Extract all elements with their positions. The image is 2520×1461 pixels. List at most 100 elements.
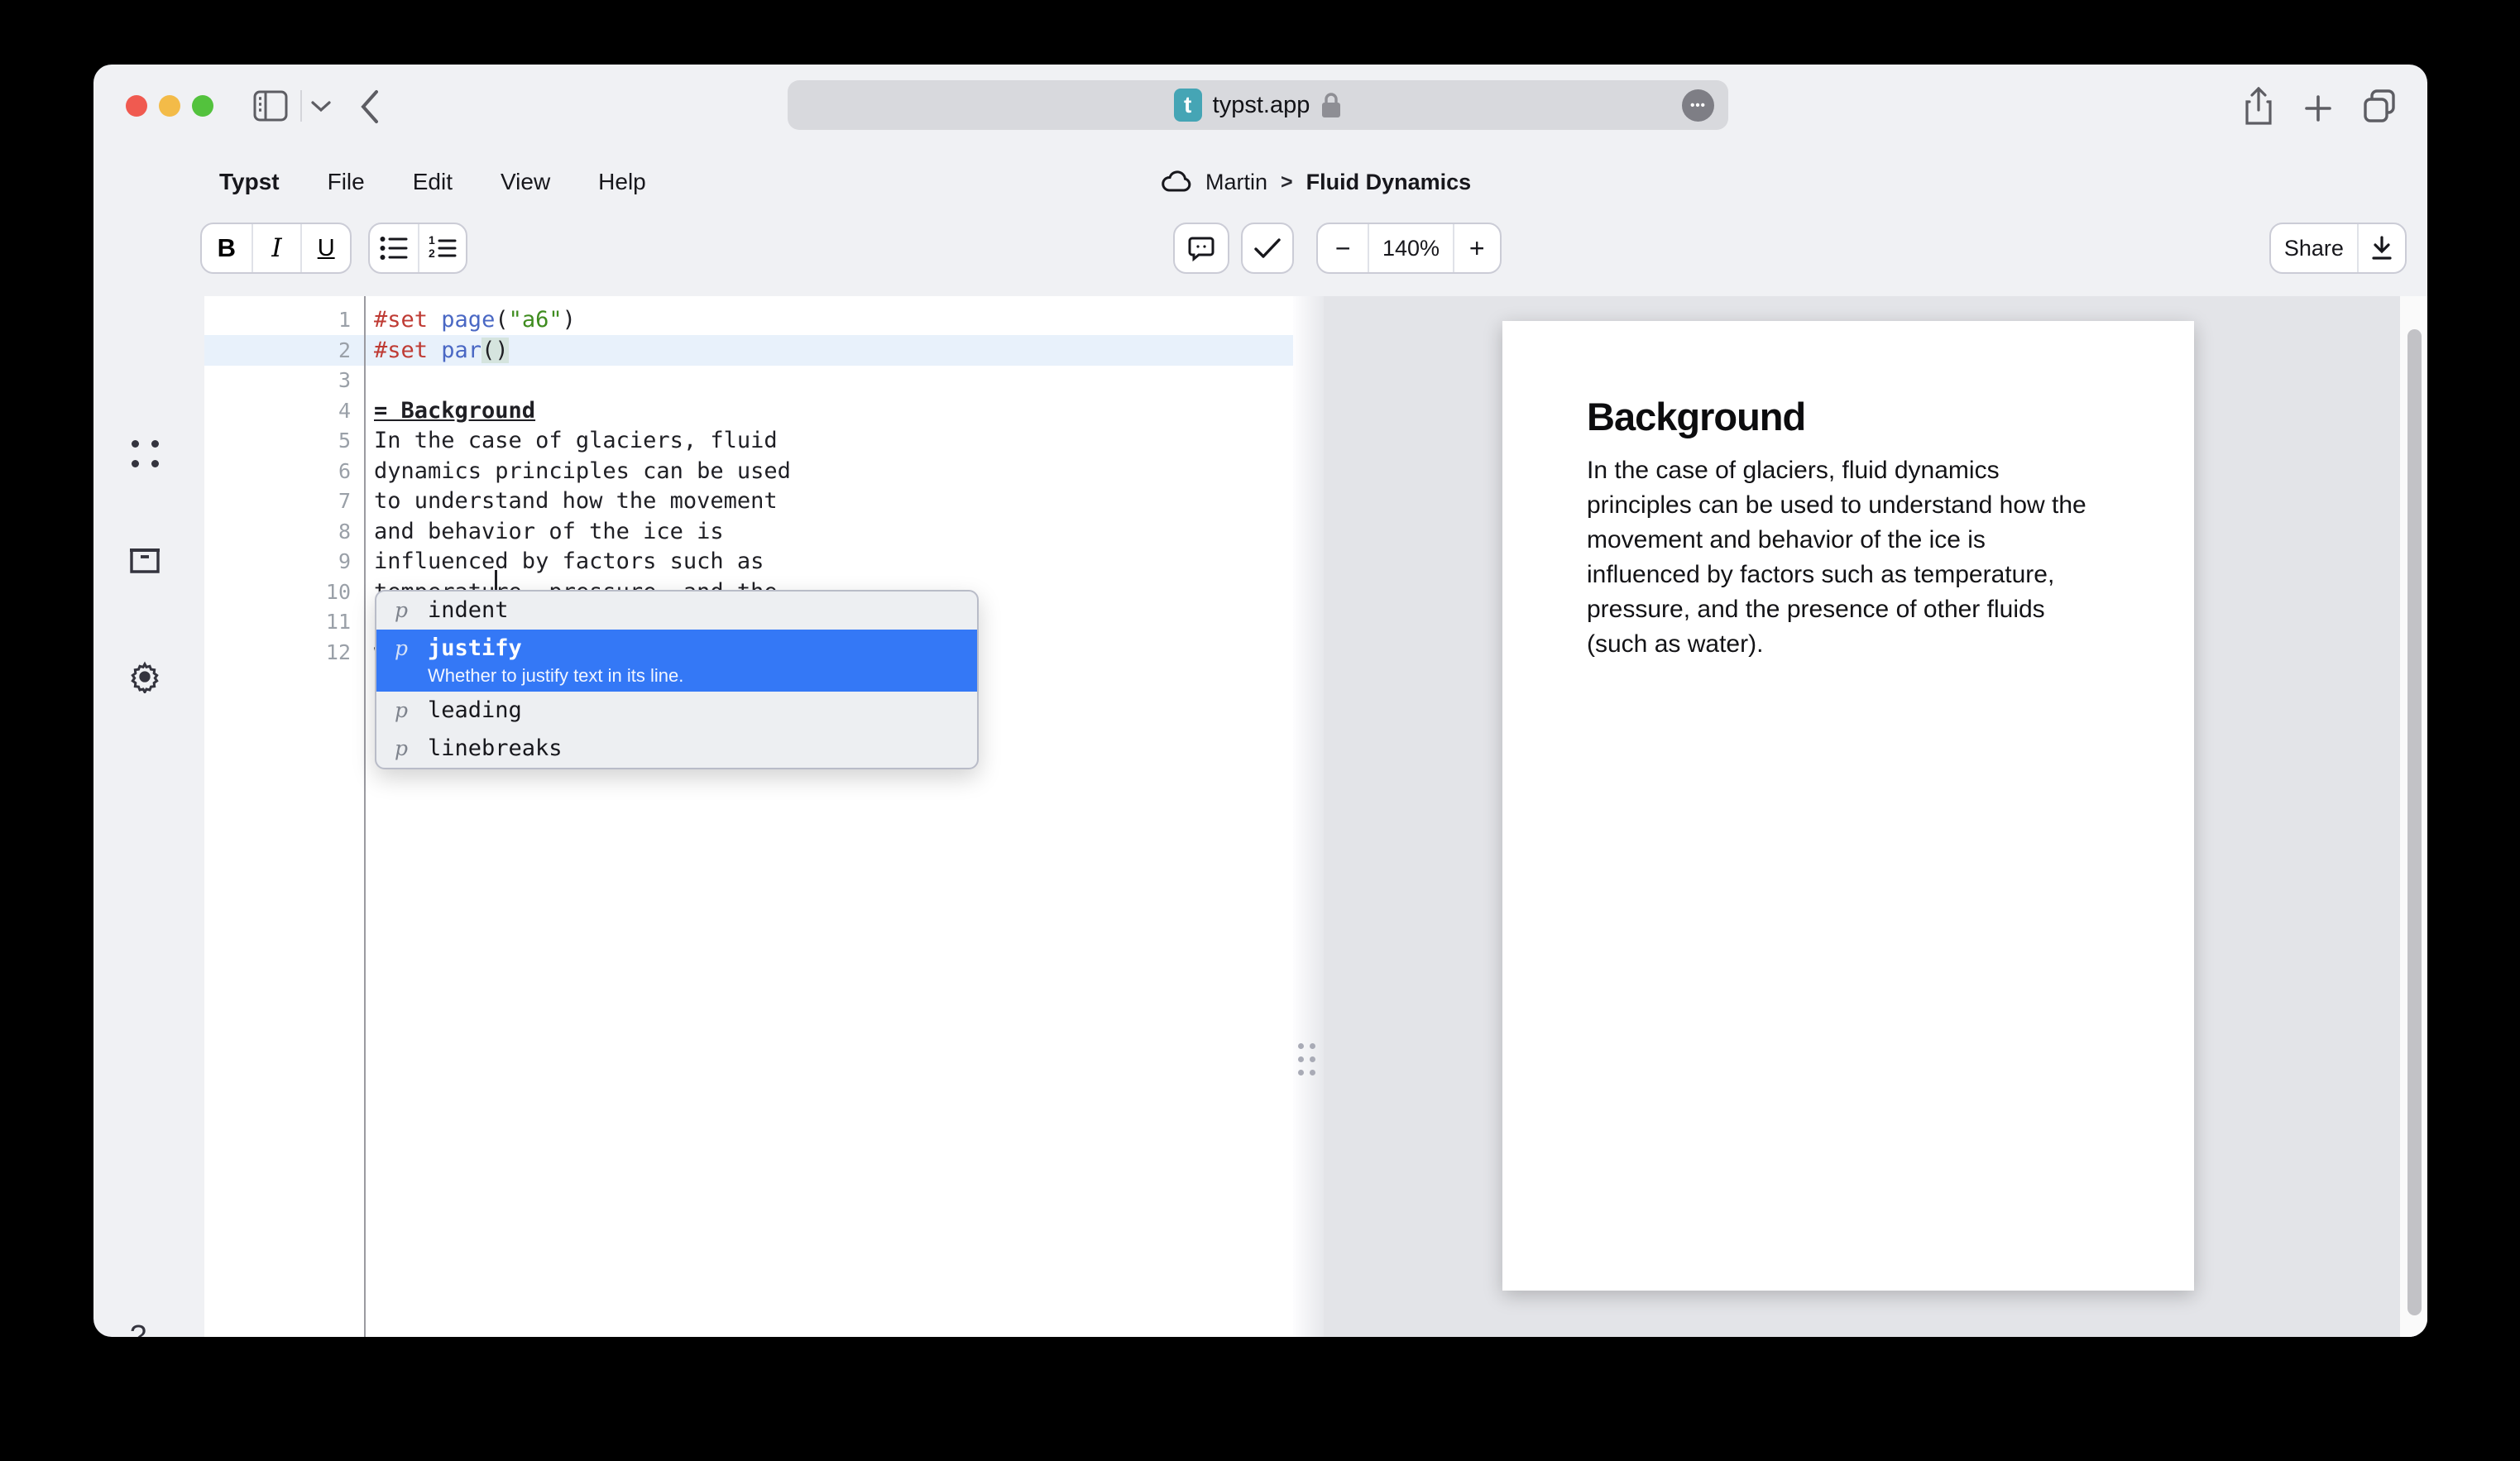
breadcrumb-separator: >	[1281, 170, 1293, 194]
line-number: 7	[204, 486, 351, 516]
u-glyph: U	[318, 235, 335, 262]
app-menubar: Typst File Edit View Help	[219, 164, 646, 200]
preview-heading: Background	[1587, 394, 1805, 439]
autocomplete-label: linebreaks	[428, 735, 563, 763]
code-line[interactable]: #set par()	[374, 335, 509, 366]
chevron-down-icon[interactable]	[310, 99, 332, 113]
b-glyph: B	[218, 233, 236, 263]
active-line-highlight	[204, 335, 1293, 366]
autocomplete-label: justify	[428, 635, 683, 663]
files-tray-icon[interactable]	[128, 547, 161, 575]
menu-item-typst[interactable]: Typst	[219, 169, 280, 195]
app-grid-icon[interactable]	[132, 440, 160, 468]
gutter-divider	[364, 296, 366, 1337]
share-button[interactable]: Share	[2271, 224, 2357, 272]
line-number: 1	[204, 304, 351, 335]
code-line[interactable]: to understand how the movement	[374, 486, 778, 516]
compile-status-button[interactable]	[1241, 223, 1294, 274]
browser-titlebar: t typst.app •••	[93, 65, 2427, 147]
menu-item-help[interactable]: Help	[598, 169, 646, 195]
preview-body-line: In the case of glaciers, fluid dynamics	[1587, 453, 2149, 488]
check-icon	[1253, 237, 1282, 260]
bold-button[interactable]: B	[202, 224, 252, 272]
code-line[interactable]: dynamics principles can be used	[374, 456, 791, 486]
line-number: 10	[204, 577, 351, 607]
code-line[interactable]: and behavior of the ice is	[374, 516, 724, 547]
menu-item-file[interactable]: File	[328, 169, 365, 195]
zoom-window-button[interactable]	[192, 95, 213, 117]
parameter-icon: p	[395, 697, 428, 725]
breadcrumb-document-title[interactable]: Fluid Dynamics	[1306, 170, 1472, 195]
sidebar-toggle-icon[interactable]	[252, 89, 289, 123]
line-number: 4	[204, 395, 351, 426]
line-number: 12	[204, 637, 351, 668]
code-editor[interactable]: 123456789101112 #set page("a6")#set par(…	[204, 296, 1293, 1337]
autocomplete-label: leading	[428, 697, 522, 725]
preview-body-line: movement and behavior of the ice is	[1587, 523, 2149, 558]
line-number: 9	[204, 546, 351, 577]
resizer-handle-icon	[1298, 1043, 1316, 1078]
autocomplete-item-linebreaks[interactable]: plinebreaks	[376, 730, 977, 768]
italic-button[interactable]: I	[252, 224, 301, 272]
page-settings-button[interactable]: •••	[1682, 89, 1714, 122]
numbered-list-button[interactable]: 1 2	[418, 224, 466, 272]
code-line[interactable]: influenced by factors such as	[374, 546, 764, 577]
preview-body-line: pressure, and the presence of other flui…	[1587, 592, 2149, 627]
cloud-icon	[1161, 170, 1192, 194]
bullet-list-button[interactable]	[370, 224, 418, 272]
comments-button[interactable]	[1173, 223, 1229, 274]
autocomplete-item-indent[interactable]: pindent	[376, 592, 977, 630]
zoom-in-button[interactable]: +	[1453, 224, 1500, 272]
zoom-level[interactable]: 140%	[1368, 224, 1452, 272]
parameter-icon: p	[395, 635, 428, 663]
menu-item-view[interactable]: View	[501, 169, 550, 195]
address-bar[interactable]: t typst.app	[788, 80, 1728, 130]
download-button[interactable]	[2357, 224, 2405, 272]
autocomplete-item-leading[interactable]: pleading	[376, 692, 977, 730]
parameter-icon: p	[395, 596, 428, 625]
code-line[interactable]: In the case of glaciers, fluid	[374, 425, 778, 456]
preview-body-line: (such as water).	[1587, 627, 2149, 662]
breadcrumb-project[interactable]: Martin	[1205, 170, 1267, 195]
breadcrumb: Martin > Fluid Dynamics	[1161, 164, 1471, 200]
autocomplete-item-justify[interactable]: pjustifyWhether to justify text in its l…	[376, 630, 977, 692]
preview-scrollbar-thumb[interactable]	[2407, 329, 2422, 1315]
titlebar-divider	[300, 90, 302, 122]
line-number: 6	[204, 456, 351, 486]
back-button-icon[interactable]	[357, 88, 381, 126]
preview-body-line: influenced by factors such as temperatur…	[1587, 558, 2149, 592]
autocomplete-popup: pindentpjustifyWhether to justify text i…	[375, 590, 979, 769]
list-button-group: 1 2	[368, 223, 467, 274]
preview-scrollbar-track[interactable]	[2400, 296, 2427, 1337]
format-button-group: BIU	[200, 223, 352, 274]
menu-item-edit[interactable]: Edit	[413, 169, 453, 195]
minimize-window-button[interactable]	[159, 95, 180, 117]
pane-resizer[interactable]	[1293, 296, 1324, 1337]
comment-icon	[1188, 235, 1214, 261]
preview-body-text: In the case of glaciers, fluid dynamicsp…	[1587, 453, 2149, 662]
code-line[interactable]: #set page("a6")	[374, 304, 576, 335]
svg-text:2: 2	[429, 247, 435, 260]
tab-overview-icon[interactable]	[2360, 88, 2398, 126]
settings-gear-icon[interactable]	[128, 660, 161, 693]
preview-body-line: principles can be used to understand how…	[1587, 488, 2149, 523]
url-text: typst.app	[1213, 92, 1310, 119]
line-number: 5	[204, 425, 351, 456]
i-glyph: I	[271, 233, 281, 263]
line-number: 3	[204, 365, 351, 395]
code-line[interactable]: = Background	[374, 395, 535, 426]
share-page-icon[interactable]	[2243, 87, 2274, 127]
underline-button[interactable]: U	[300, 224, 350, 272]
preview-page: Background In the case of glaciers, flui…	[1502, 321, 2194, 1291]
zoom-out-button[interactable]: −	[1318, 224, 1368, 272]
preview-pane: Background In the case of glaciers, flui…	[1324, 296, 2427, 1337]
lock-icon	[1320, 91, 1342, 119]
download-icon	[2370, 236, 2393, 261]
zoom-control-group: − 140% +	[1316, 223, 1502, 274]
close-window-button[interactable]	[126, 95, 147, 117]
autocomplete-label: indent	[428, 596, 509, 625]
svg-text:1: 1	[429, 235, 435, 247]
help-button[interactable]: ?	[130, 1319, 146, 1337]
new-tab-icon[interactable]	[2304, 94, 2332, 122]
browser-window: t typst.app ••• TypstF	[93, 65, 2427, 1337]
